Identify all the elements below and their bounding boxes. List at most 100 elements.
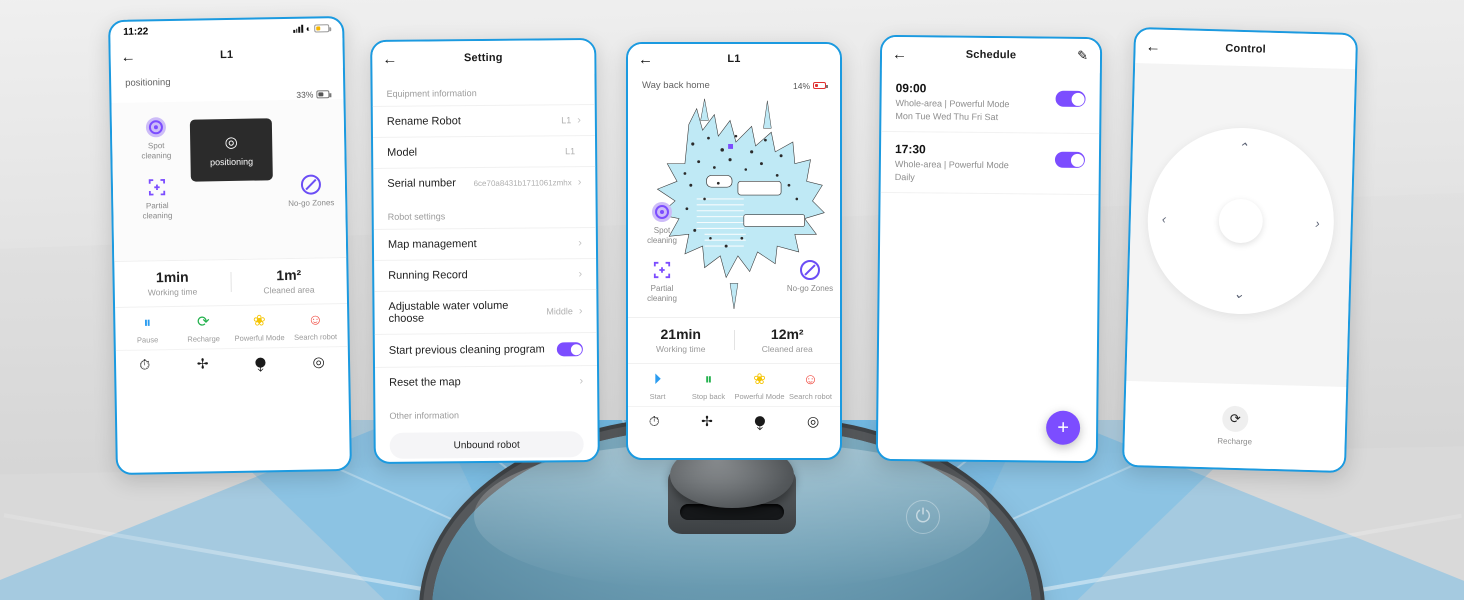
- back-arrow-icon[interactable]: ←: [638, 52, 653, 67]
- row-map-management[interactable]: Map management ›: [373, 227, 597, 260]
- stats-row: 1min Working time 1m² Cleaned area: [114, 256, 348, 308]
- positioning-tooltip-label: positioning: [209, 156, 254, 168]
- battery-box-icon: [813, 81, 828, 90]
- row-serial-number[interactable]: Serial number 6ce70a8431b1711061zmhx ›: [373, 166, 596, 199]
- section-robot-settings: Robot settings: [387, 211, 446, 222]
- signal-bars-icon: [293, 24, 303, 33]
- settings-icon[interactable]: ◎: [312, 353, 325, 370]
- section-equipment-info: Equipment information: [386, 88, 477, 99]
- robot-state-label: positioning: [125, 77, 171, 89]
- schedule-toggle[interactable]: [1055, 90, 1086, 108]
- app-bar: ← Control: [1135, 29, 1357, 70]
- back-arrow-icon[interactable]: ←: [121, 48, 136, 65]
- start-button[interactable]: ⏵ Start: [632, 371, 683, 401]
- status-time: 11:22: [123, 25, 149, 38]
- row-rename-robot[interactable]: Rename Robot L1 ›: [372, 104, 595, 137]
- cleaned-area-value: 1m²: [276, 266, 302, 284]
- row-label: Serial number: [387, 177, 456, 190]
- row-water-volume[interactable]: Adjustable water volume choose Middle ›: [374, 289, 597, 334]
- phone-setting-screen: ← Setting Equipment information Rename R…: [370, 38, 600, 464]
- powerful-mode-button[interactable]: ❀ Powerful Mode: [231, 312, 288, 343]
- schedule-days: Daily: [894, 172, 915, 183]
- partial-cleaning-button[interactable]: Partial cleaning: [129, 176, 186, 222]
- working-time-value: 1min: [155, 268, 189, 286]
- row-label: Model: [387, 146, 418, 159]
- map-area[interactable]: Spot cleaning Partial cleaning No-go Zon…: [111, 98, 347, 262]
- start-previous-program-toggle[interactable]: [556, 342, 583, 357]
- partial-cleaning-button[interactable]: Partial cleaning: [634, 259, 690, 304]
- no-go-zones-label: No-go Zones: [786, 284, 834, 293]
- spot-cleaning-icon: [651, 201, 673, 223]
- power-icon: ⏻: [906, 500, 940, 534]
- powerful-mode-icon: ❀: [753, 371, 766, 388]
- schedule-toggle[interactable]: [1054, 151, 1086, 168]
- upload-icon[interactable]: ⧭: [754, 413, 765, 430]
- chevron-right-icon: ›: [577, 114, 581, 127]
- direction-pad[interactable]: ⌃ ⌄ ‹ ›: [1145, 125, 1337, 317]
- battery-indicator: 33%: [296, 89, 330, 100]
- start-label: Start: [649, 392, 666, 401]
- app-bar: ← Setting: [372, 40, 595, 76]
- chevron-down-icon[interactable]: ⌄: [1233, 286, 1244, 302]
- timer-icon[interactable]: ⏱: [139, 356, 150, 373]
- chevron-left-icon[interactable]: ‹: [1162, 211, 1167, 226]
- positioning-tooltip: ◎ positioning: [189, 118, 273, 182]
- cleaned-area-stat: 12m² Cleaned area: [735, 326, 841, 354]
- row-start-previous-program[interactable]: Start previous cleaning program: [374, 332, 597, 367]
- working-time-value: 21min: [660, 326, 701, 342]
- row-value: L1: [561, 115, 572, 126]
- pencil-icon[interactable]: ✎: [1077, 48, 1088, 64]
- partial-cleaning-icon: [651, 259, 673, 281]
- plus-icon: +: [1057, 416, 1070, 439]
- robot-state-label: Way back home: [642, 80, 710, 91]
- recharge-icon[interactable]: ⟳: [1221, 405, 1249, 433]
- move-icon[interactable]: ✢: [197, 355, 209, 372]
- page-title: Setting: [463, 51, 503, 65]
- dpad-area[interactable]: ⌃ ⌄ ‹ ›: [1126, 63, 1356, 380]
- no-go-zones-icon: [799, 259, 821, 281]
- stop-back-icon: ⏸: [704, 371, 713, 388]
- recharge-button[interactable]: ⟳ Recharge: [175, 313, 232, 344]
- row-label: Map management: [387, 238, 477, 251]
- pause-button[interactable]: ⏸ Pause: [119, 314, 176, 345]
- search-robot-button[interactable]: ☺ Search robot: [287, 311, 344, 342]
- no-go-zones-icon: [300, 173, 322, 195]
- working-time-stat: 21min Working time: [628, 326, 734, 354]
- add-schedule-button[interactable]: +: [1045, 410, 1081, 445]
- battery-percent: 33%: [296, 89, 314, 100]
- chevron-up-icon[interactable]: ⌃: [1237, 140, 1248, 156]
- back-arrow-icon[interactable]: ←: [1145, 38, 1160, 55]
- back-arrow-icon[interactable]: ←: [892, 45, 907, 62]
- recharge-label: Recharge: [187, 334, 220, 344]
- powerful-mode-button[interactable]: ❀ Powerful Mode: [734, 371, 785, 401]
- app-bar: ← L1: [628, 44, 840, 74]
- move-icon[interactable]: ✢: [701, 413, 713, 430]
- settings-icon[interactable]: ◎: [807, 413, 819, 430]
- row-label: Start previous cleaning program: [388, 343, 545, 357]
- map-area[interactable]: Spot cleaning Partial cleaning No-go Zon…: [628, 91, 840, 317]
- row-running-record[interactable]: Running Record ›: [374, 258, 597, 291]
- stop-back-button[interactable]: ⏸ Stop back: [683, 371, 734, 401]
- upload-icon[interactable]: ⧭: [255, 354, 266, 371]
- spot-cleaning-button[interactable]: Spot cleaning: [128, 116, 185, 162]
- phone-control-screen: ← Control ⌃ ⌄ ‹ › ⟳ Recharge: [1121, 26, 1359, 474]
- page-title: Schedule: [965, 48, 1017, 62]
- no-go-zones-button[interactable]: No-go Zones: [283, 173, 340, 209]
- chevron-right-icon[interactable]: ›: [1315, 216, 1320, 231]
- row-reset-map[interactable]: Reset the map ›: [375, 365, 598, 398]
- joystick-hub-icon[interactable]: [1218, 198, 1264, 244]
- row-label: Rename Robot: [386, 115, 461, 128]
- spot-cleaning-label: Spot cleaning: [647, 226, 677, 245]
- powerful-mode-label: Powerful Mode: [734, 392, 785, 401]
- schedule-item[interactable]: 09:00 Whole-area | Powerful Mode Mon Tue…: [881, 70, 1100, 135]
- no-go-zones-button[interactable]: No-go Zones: [782, 259, 838, 294]
- schedule-item[interactable]: 17:30 Whole-area | Powerful Mode Daily: [880, 131, 1100, 196]
- spot-cleaning-button[interactable]: Spot cleaning: [634, 201, 690, 246]
- timer-icon[interactable]: ⏱: [649, 413, 660, 430]
- bottom-nav: ⏱ ✢ ⧭ ◎: [115, 345, 349, 381]
- unbound-robot-button[interactable]: Unbound robot: [389, 431, 584, 459]
- back-arrow-icon[interactable]: ←: [382, 50, 397, 67]
- working-time-label: Working time: [147, 286, 198, 298]
- search-robot-button[interactable]: ☺ Search robot: [785, 371, 836, 401]
- working-time-stat: 1min Working time: [114, 268, 230, 298]
